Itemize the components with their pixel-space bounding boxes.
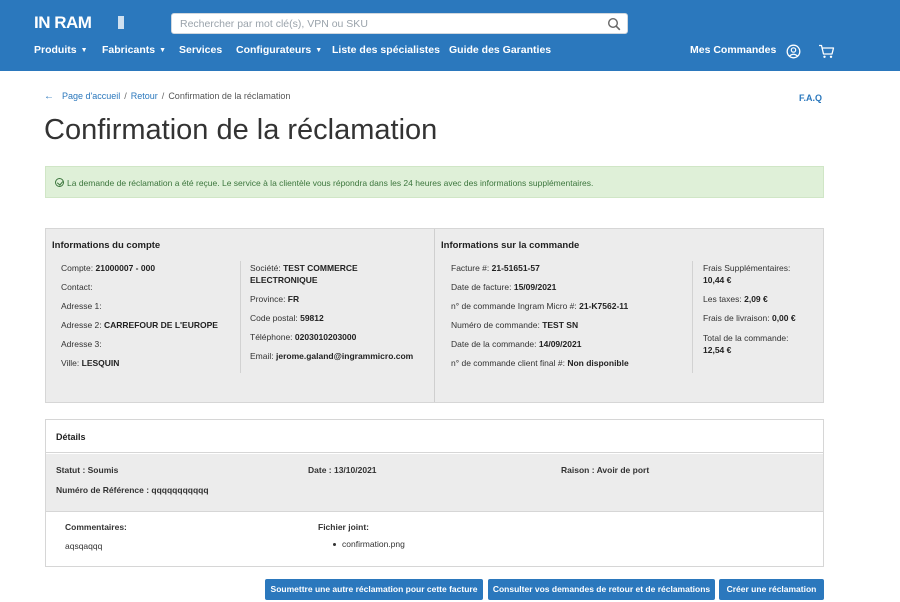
breadcrumb-back-link[interactable]: Retour: [131, 91, 158, 101]
bullet: [333, 543, 336, 546]
fee-extra-value: 10,44 €: [703, 275, 732, 285]
alert-message: La demande de réclamation a été reçue. L…: [55, 178, 593, 188]
breadcrumb-separator: /: [124, 91, 127, 101]
page-title: Confirmation de la réclamation: [44, 114, 438, 146]
details-date: Date : 13/10/2021: [308, 465, 377, 475]
details-panel: Détails Statut : Soumis Date : 13/10/202…: [45, 419, 824, 567]
account-field: Compte: 21000007 - 000: [61, 263, 156, 273]
comments-label: Commentaires:: [65, 522, 127, 532]
nav-item-configurateurs[interactable]: Configurateurs ▼: [236, 44, 322, 56]
order-field: Date de la commande: 14/09/2021: [451, 339, 582, 349]
account-company-line2: ELECTRONIQUE: [250, 275, 318, 285]
user-icon[interactable]: [786, 44, 801, 59]
info-panel: Informations du compte Compte: 21000007 …: [45, 228, 824, 403]
submit-another-claim-button[interactable]: Soumettre une autre réclamation pour cet…: [265, 579, 483, 600]
back-arrow-icon[interactable]: ←: [44, 91, 54, 102]
view-returns-button[interactable]: Consulter vos demandes de retour et de r…: [488, 579, 715, 600]
search-box[interactable]: Rechercher par mot clé(s), VPN ou SKU: [171, 13, 628, 34]
account-field: Code postal: 59812: [250, 313, 324, 323]
chevron-down-icon: ▼: [159, 47, 167, 54]
details-status-band: Statut : Soumis Date : 13/10/2021 Raison…: [46, 454, 823, 512]
panel-divider: [434, 229, 435, 402]
alert-text: La demande de réclamation a été reçue. L…: [67, 178, 594, 188]
order-field: Facture #: 21-51651-57: [451, 263, 540, 273]
create-claim-button[interactable]: Créer une réclamation: [719, 579, 824, 600]
nav-label: Configurateurs: [236, 44, 312, 56]
nav-item-fabricants[interactable]: Fabricants ▼: [102, 44, 166, 56]
fee-delivery: Frais de livraison: 0,00 €: [703, 313, 796, 323]
account-field: Contact:: [61, 282, 93, 292]
chevron-down-icon: ▼: [80, 47, 88, 54]
logo-tag: [118, 16, 124, 29]
account-email: Email: jerome.galand@ingrammicro.com: [250, 351, 414, 361]
main-nav: Produits ▼ Fabricants ▼ Services Configura…: [0, 44, 900, 60]
breadcrumb-home-link[interactable]: Page d'accueil: [62, 91, 120, 101]
ingram-logo[interactable]: IN RAM: [34, 13, 124, 33]
fee-total-value: 12,54 €: [703, 345, 732, 355]
order-field: Date de facture: 15/09/2021: [451, 282, 557, 292]
attachment-label: Fichier joint:: [318, 522, 369, 532]
account-section-title: Informations du compte: [52, 240, 161, 251]
breadcrumb-separator: /: [161, 91, 165, 101]
account-field: Adresse 3:: [61, 339, 102, 349]
fee-extra-label: Frais Supplémentaires:: [703, 263, 791, 273]
faq-link[interactable]: F.A.Q: [799, 93, 822, 103]
nav-item-mes-commandes[interactable]: Mes Commandes: [690, 44, 776, 56]
column-divider: [240, 261, 241, 373]
fee-tax: Les taxes: 2,09 €: [703, 294, 768, 304]
top-navigation-bar: IN RAM Rechercher par mot clé(s), VPN ou…: [0, 0, 900, 71]
column-divider: [692, 261, 693, 373]
order-field: Numéro de commande: TEST SN: [451, 320, 579, 330]
details-title: Détails: [56, 432, 86, 442]
attachment-file-link[interactable]: confirmation.png: [333, 539, 405, 549]
search-input[interactable]: Rechercher par mot clé(s), VPN ou SKU: [180, 18, 368, 30]
attachment-file-name: confirmation.png: [342, 539, 405, 549]
details-reason: Raison : Avoir de port: [561, 465, 650, 475]
nav-item-garanties[interactable]: Guide des Garanties: [449, 44, 551, 56]
success-alert: La demande de réclamation a été reçue. L…: [45, 166, 824, 198]
logo-text: IN RAM: [34, 13, 92, 32]
details-reference: Numéro de Référence : qqqqqqqqqqq: [56, 485, 209, 495]
account-field: Adresse 2: CARREFOUR DE L'EUROPE: [61, 320, 218, 330]
account-field: Ville: LESQUIN: [61, 358, 120, 368]
cart-icon[interactable]: [818, 44, 835, 59]
order-field: n° de commande Ingram Micro #: 21-K7562-…: [451, 301, 629, 311]
search-icon[interactable]: [607, 17, 621, 31]
order-section-title: Informations sur la commande: [441, 240, 580, 251]
comments-value: aqsqaqqq: [65, 541, 103, 551]
nav-label: Produits: [34, 44, 77, 56]
nav-label: Liste des spécialistes: [332, 44, 440, 56]
account-company: Société: TEST COMMERCE: [250, 263, 358, 273]
account-field: Téléphone: 0203010203000: [250, 332, 357, 342]
details-status: Statut : Soumis: [56, 465, 119, 475]
breadcrumb: ← Page d'accueil / Retour / Confirmation de l…: [44, 91, 290, 102]
account-field: Adresse 1:: [61, 301, 102, 311]
order-field: n° de commande client final #: Non dispo…: [451, 358, 629, 368]
nav-item-services[interactable]: Services: [179, 44, 222, 56]
nav-item-specialistes[interactable]: Liste des spécialistes: [332, 44, 440, 56]
breadcrumb-current: Confirmation de la réclamation: [168, 91, 291, 101]
chevron-down-icon: ▼: [315, 47, 323, 54]
check-circle-icon: [55, 178, 64, 187]
nav-label: Services: [179, 44, 223, 56]
nav-item-produits[interactable]: Produits ▼: [34, 44, 88, 56]
details-header: Détails: [46, 420, 823, 453]
account-field: Province: FR: [250, 294, 300, 304]
nav-label: Guide des Garanties: [449, 44, 552, 56]
fee-total-label: Total de la commande:: [703, 333, 789, 343]
nav-label: Fabricants: [102, 44, 156, 56]
